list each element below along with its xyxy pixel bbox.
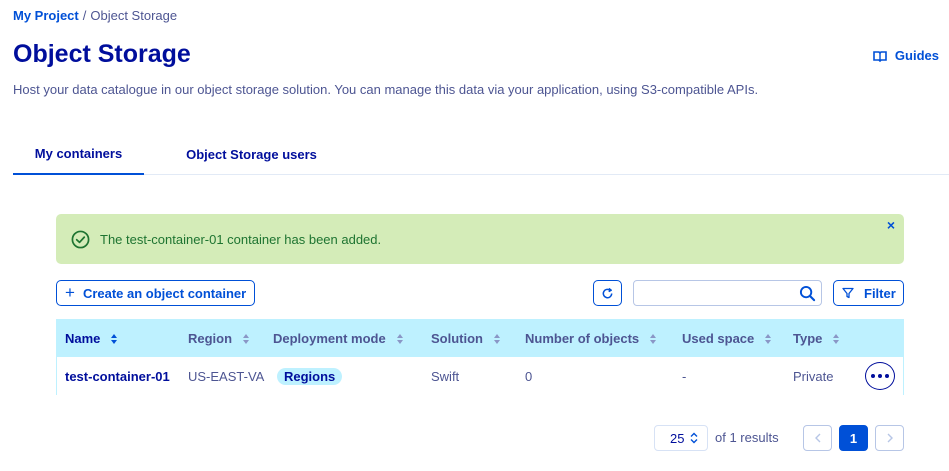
cell-used-space: - (682, 368, 687, 384)
tab-my-containers[interactable]: My containers (13, 133, 144, 175)
breadcrumb-current: Object Storage (90, 8, 178, 23)
page-button-1[interactable]: 1 (839, 425, 868, 451)
sort-icon (243, 333, 250, 344)
column-header-number-of-objects[interactable]: Number of objects (525, 320, 657, 357)
success-alert: The test-container-01 container has been… (56, 214, 904, 264)
filter-label: Filter (864, 285, 896, 301)
table-row: test-container-01 US-EAST-VA Regions Swi… (57, 357, 903, 395)
chevron-right-icon (887, 433, 893, 443)
search-box (633, 280, 822, 306)
row-actions-menu-button[interactable] (865, 362, 895, 390)
alert-close-icon[interactable]: × (884, 218, 898, 232)
breadcrumb-separator: / (82, 8, 87, 23)
sort-icon (765, 333, 772, 344)
check-circle-icon (71, 230, 90, 248)
column-header-name[interactable]: Name (65, 320, 118, 357)
create-container-button[interactable]: + Create an object container (56, 280, 255, 306)
sort-icon (494, 333, 500, 344)
results-count: of 1 results (715, 430, 779, 445)
column-header-solution[interactable]: Solution (431, 320, 501, 357)
page-size-value: 25 (670, 430, 685, 446)
dot-icon (871, 374, 875, 378)
cell-solution: Swift (431, 368, 460, 384)
column-header-used-space[interactable]: Used space (682, 320, 772, 357)
table-header: Name Region Deployment mode Solution Num… (57, 320, 903, 357)
cell-region: US-EAST-VA (188, 368, 265, 384)
search-icon[interactable] (799, 285, 816, 302)
dot-icon (885, 374, 889, 378)
tab-object-storage-users[interactable]: Object Storage users (169, 133, 334, 175)
cell-objects: 0 (525, 368, 533, 384)
alert-message: The test-container-01 container has been… (100, 231, 382, 247)
previous-page-button[interactable] (803, 425, 832, 451)
filter-button[interactable]: Filter (833, 280, 904, 306)
column-header-type[interactable]: Type (793, 320, 840, 357)
funnel-icon (842, 287, 854, 299)
plus-icon: + (65, 282, 75, 302)
chevron-left-icon (814, 433, 820, 443)
breadcrumb-project-link[interactable]: My Project (13, 8, 79, 23)
breadcrumb: My Project / Object Storage (13, 8, 177, 23)
page-size-select[interactable]: 25 (654, 425, 708, 451)
chevron-up-down-icon (690, 432, 698, 444)
sort-icon (650, 333, 657, 344)
refresh-icon (602, 287, 613, 298)
page-title: Object Storage (13, 40, 191, 68)
column-header-deployment-mode[interactable]: Deployment mode (273, 320, 404, 357)
cell-deployment-mode: Regions (277, 357, 343, 395)
page-subtitle: Host your data catalogue in our object s… (13, 82, 759, 97)
tab-bar: My containers Object Storage users (13, 133, 949, 175)
dot-icon (878, 374, 882, 378)
next-page-button[interactable] (875, 425, 904, 451)
guides-link[interactable]: Guides (873, 48, 939, 63)
container-name-link[interactable]: test-container-01 (65, 357, 170, 395)
containers-table: Name Region Deployment mode Solution Num… (56, 319, 904, 395)
book-icon (873, 50, 887, 62)
guides-label: Guides (894, 48, 939, 63)
refresh-button[interactable] (593, 280, 622, 306)
sort-icon (111, 333, 118, 344)
column-header-region[interactable]: Region (188, 320, 250, 357)
sort-icon (833, 333, 840, 344)
create-container-label: Create an object container (82, 285, 247, 301)
sort-icon (396, 333, 403, 344)
search-input[interactable] (634, 281, 794, 305)
cell-type: Private (793, 368, 834, 384)
deployment-mode-badge: Regions (277, 367, 343, 385)
